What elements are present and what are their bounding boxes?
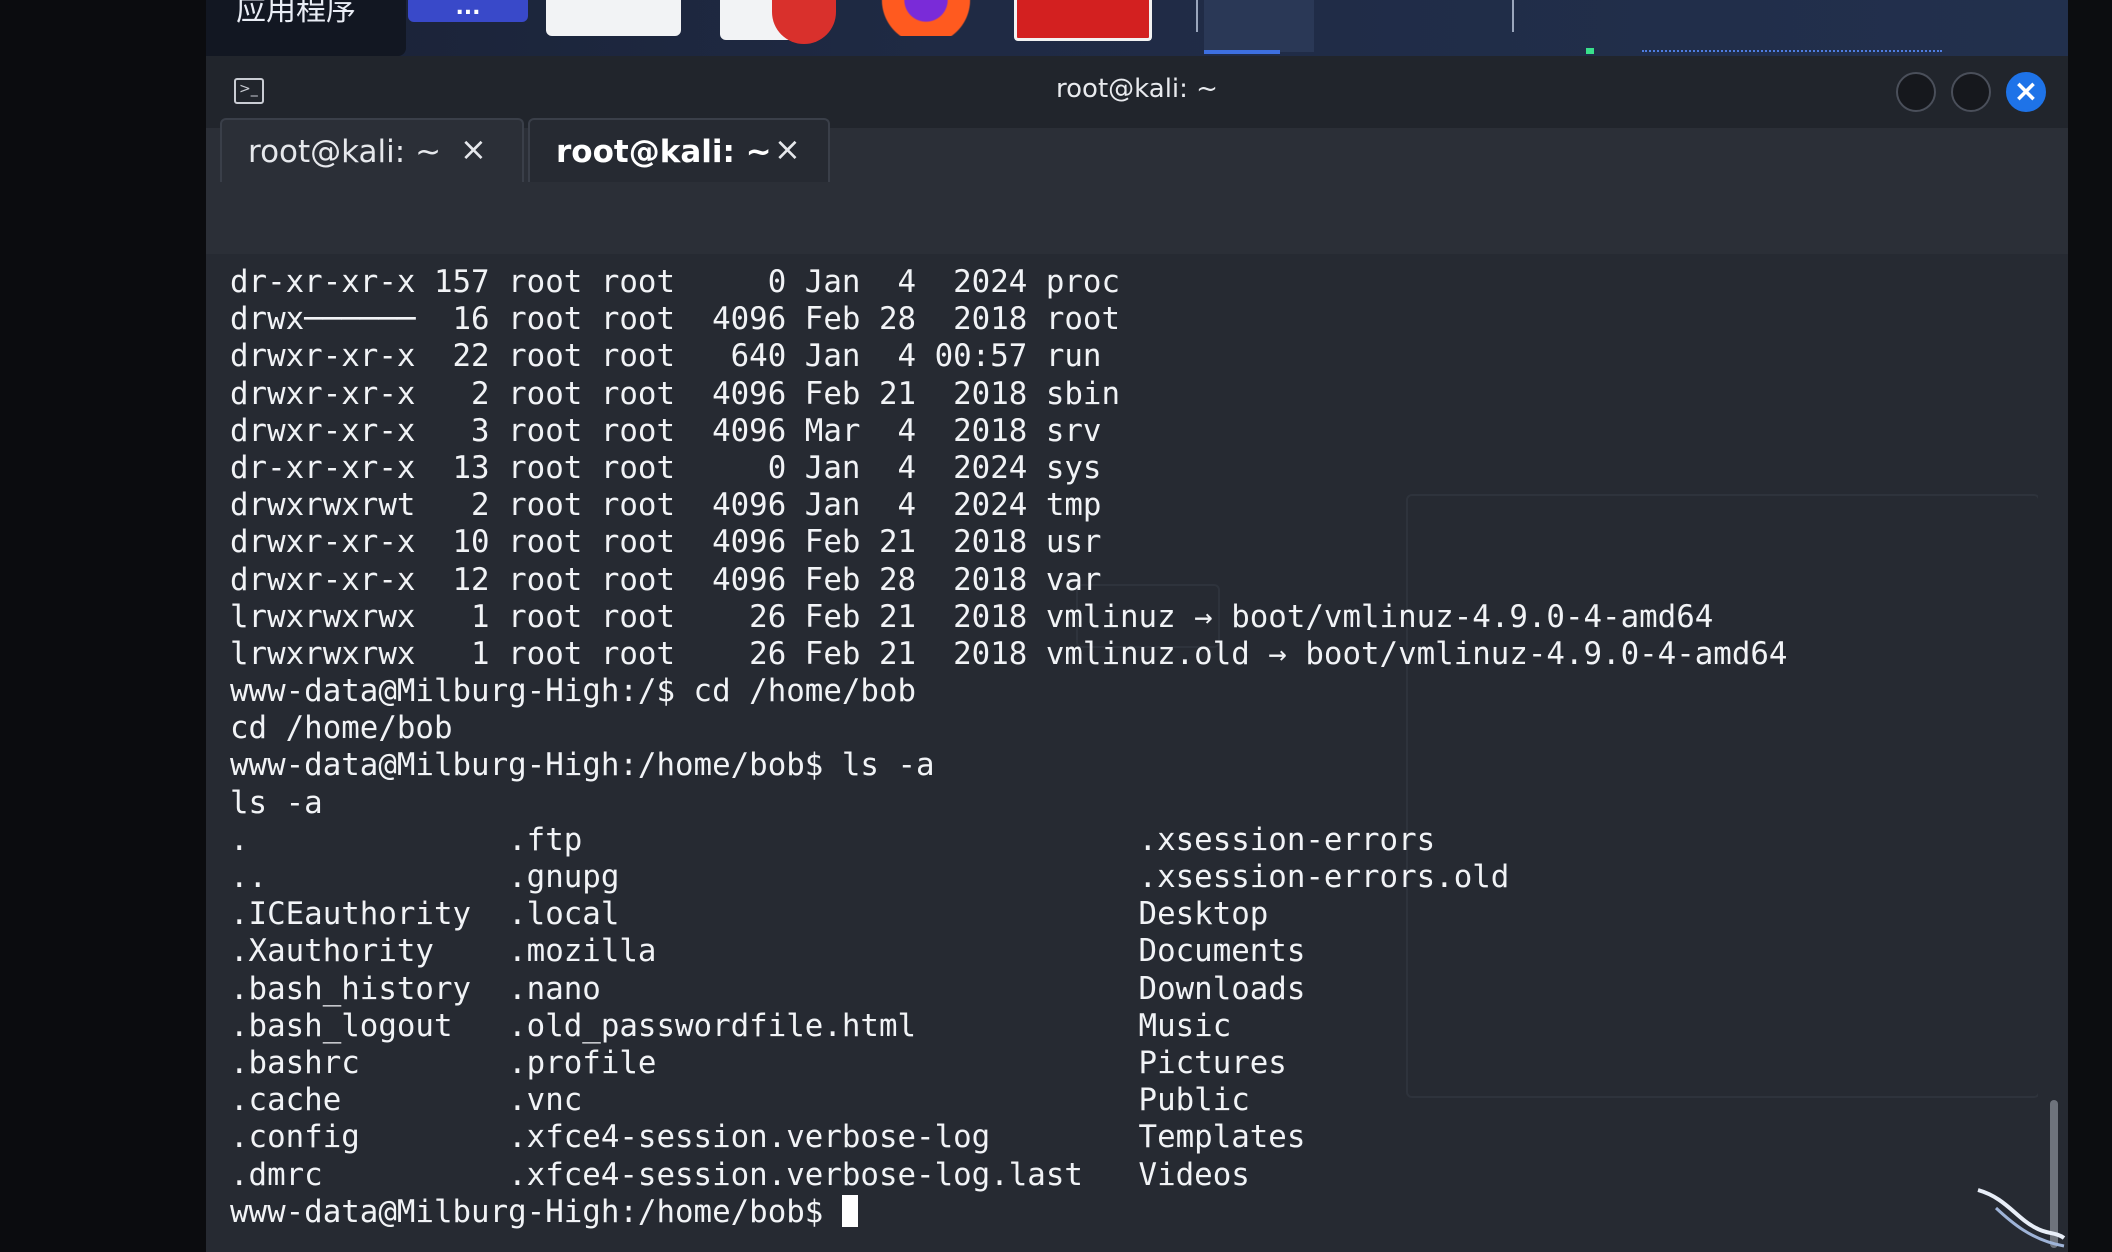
text-cursor [841,1194,858,1227]
terminal-line: drwxr-xr-x 12 root root 4096 Feb 28 2018… [230,561,1102,598]
tab-terminal-1[interactable]: root@kali: ~ × [220,118,524,182]
terminal-line: www-data@Milburg-High:/$ cd /home/bob [230,673,917,710]
terminal-window: >_ root@kali: ~ × 文件 动作 编辑 查看 帮助 root@ka… [206,56,2068,1252]
terminal-line: .. .gnupg .xsession-errors.old [230,859,1510,895]
terminal-line: drwxr-xr-x 10 root root 4096 Feb 21 2018… [230,524,1102,561]
tab-terminal-2[interactable]: root@kali: ~ × [528,118,830,182]
terminal-line: drwxr-xr-x 2 root root 4096 Feb 21 2018 … [230,375,1120,412]
desktop-left-margin [0,0,206,1252]
terminal-line: .dmrc .xfce4-session.verbose-log.last Vi… [230,1156,1250,1193]
tab-label: root@kali: ~ [556,134,772,170]
tab-label: root@kali: ~ [248,134,442,170]
terminal-line: ls -a [230,784,323,821]
terminal-line: .Xauthority .mozilla Documents [230,933,1306,970]
tab-close-icon[interactable]: × [774,130,801,168]
minimize-icon[interactable] [1896,72,1936,112]
taskbar-active-indicator [1204,50,1280,54]
terminal-line: cd /home/bob [230,710,453,747]
tab-bar [206,184,2068,254]
firefox-launcher-icon[interactable] [866,0,986,36]
terminal-line: lrwxrwxrwx 1 root root 26 Feb 21 2018 vm… [230,598,1714,635]
shell-prompt: www-data@Milburg-High:/home/bob$ [230,1193,842,1230]
terminal-line: drwxr-xr-x 3 root root 4096 Mar 4 2018 s… [230,412,1102,449]
taskbar-separator [1196,0,1198,32]
terminal-scrollbar[interactable] [2038,254,2068,1252]
terminal-line: . .ftp .xsession-errors [230,821,1436,858]
terminal-text: dr-xr-xr-x 157 root root 0 Jan 4 2024 pr… [230,264,1787,1231]
terminal-line: .ICEauthority .local Desktop [230,896,1269,933]
window-title: root@kali: ~ [1056,74,1218,104]
terminal-line: .bash_logout .old_passwordfile.html Musi… [230,1007,1232,1044]
taskbar-url-preview [1642,40,1942,52]
terminal-line: .bashrc .profile Pictures [230,1044,1287,1081]
prompt-line: www-data@Milburg-High:/home/bob$ [230,1194,1787,1231]
files-launcher-icon[interactable] [546,0,681,36]
taskbar: 应用程序 ... [206,0,2068,56]
status-indicator-dot [1586,48,1594,54]
red-app-launcher-icon[interactable] [1014,0,1152,41]
terminal-line: dr-xr-xr-x 157 root root 0 Jan 4 2024 pr… [230,264,1120,300]
terminal-line: .config .xfce4-session.verbose-log Templ… [230,1119,1306,1156]
tab-close-icon[interactable]: × [460,130,487,168]
terminal-line: drwxrwxrwt 2 root root 4096 Jan 4 2024 t… [230,487,1102,524]
terminal-line: drwx────── 16 root root 4096 Feb 28 2018… [230,301,1120,338]
terminal-output[interactable]: dr-xr-xr-x 157 root root 0 Jan 4 2024 pr… [206,254,2038,1252]
maximize-icon[interactable] [1951,72,1991,112]
taskbar-separator [1512,0,1514,32]
terminal-line: .bash_history .nano Downloads [230,970,1306,1007]
applications-menu-button[interactable]: 应用程序 [206,0,406,56]
terminal-line: lrwxrwxrwx 1 root root 26 Feb 21 2018 vm… [230,635,1788,672]
kali-dragon-icon [1977,1188,2066,1248]
terminal-line: www-data@Milburg-High:/home/bob$ ls -a [230,747,935,784]
close-icon[interactable]: × [2006,72,2046,112]
terminal-line: .cache .vnc Public [230,1082,1250,1119]
workspace-more-button[interactable]: ... [408,0,528,22]
terminal-line: dr-xr-xr-x 13 root root 0 Jan 4 2024 sys [230,449,1102,486]
taskbar-window-button[interactable] [1204,0,1314,52]
terminal-line: drwxr-xr-x 22 root root 640 Jan 4 00:57 … [230,338,1102,375]
